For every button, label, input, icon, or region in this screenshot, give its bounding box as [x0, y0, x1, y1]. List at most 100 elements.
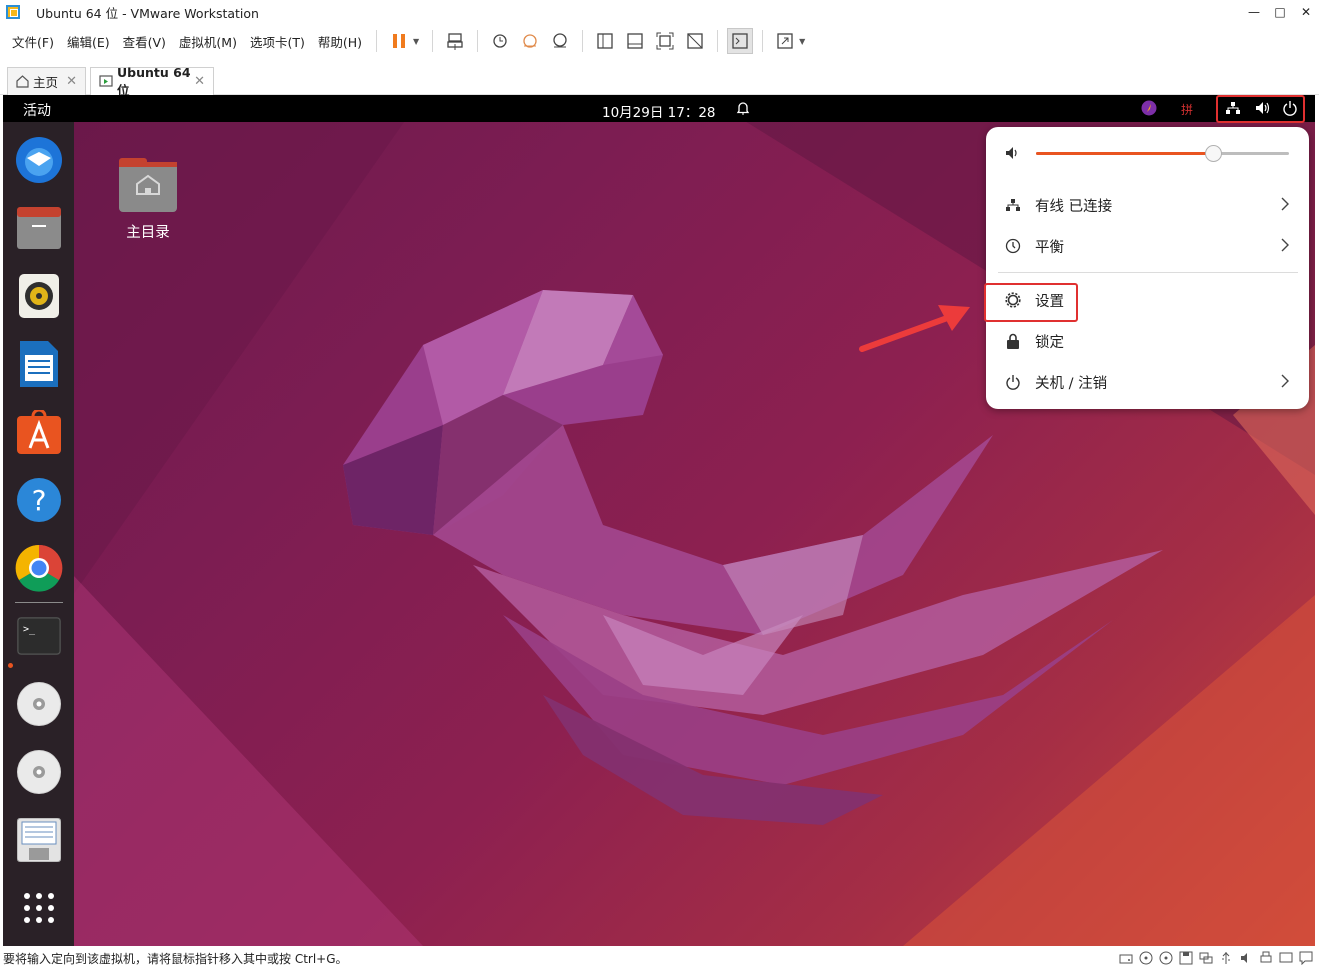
pause-button[interactable]	[386, 28, 412, 54]
home-icon	[16, 75, 29, 88]
stretch-dropdown-icon[interactable]: ▼	[799, 37, 805, 46]
tab-home-label: 主页	[33, 75, 59, 90]
console-icon	[732, 33, 748, 49]
toolbar-separator	[376, 30, 378, 52]
network-wired-icon	[1004, 197, 1022, 213]
revert-snapshot-button[interactable]	[517, 28, 543, 54]
display-icon[interactable]	[1279, 951, 1293, 965]
unity-icon	[687, 33, 703, 49]
menu-file[interactable]: 文件(F)	[12, 32, 54, 51]
lock-icon	[1004, 333, 1022, 349]
floppy-icon[interactable]	[1179, 951, 1193, 965]
vm-display[interactable]: 活动 10月29日 17：28 拼 ? >_ 主目录 有线 已连接 平衡 设置 …	[3, 95, 1315, 946]
send-ctrl-alt-del-button[interactable]	[442, 28, 468, 54]
annotation-arrow	[859, 305, 970, 352]
menu-vm[interactable]: 虚拟机(M)	[179, 32, 237, 51]
hard-disk-icon[interactable]	[1119, 951, 1133, 965]
ime-pinyin-indicator[interactable]: 拼	[1181, 101, 1193, 118]
running-indicator	[8, 663, 13, 668]
volume-icon	[1006, 147, 1017, 159]
svg-text:?: ?	[32, 484, 47, 517]
window-title: Ubuntu 64 位 - VMware Workstation	[36, 5, 259, 21]
minimize-button[interactable]: —	[1241, 0, 1267, 24]
fullscreen-icon	[656, 32, 674, 50]
printer-icon[interactable]	[1259, 951, 1273, 965]
tab-home[interactable]: 主页 ✕	[7, 67, 86, 95]
pause-dropdown-icon[interactable]: ▼	[413, 37, 419, 46]
gnome-top-bar: 活动 10月29日 17：28 拼	[3, 95, 1315, 122]
snapshot-manager-icon	[553, 33, 567, 48]
menu-view[interactable]: 查看(V)	[123, 32, 166, 51]
tab-ubuntu[interactable]: Ubuntu 64 位 ✕	[90, 65, 214, 98]
dvd-drive-2-icon[interactable]	[15, 748, 63, 796]
unity-mode-button[interactable]	[682, 28, 708, 54]
thunderbird-icon[interactable]	[15, 136, 63, 184]
power-off-row[interactable]: 关机 / 注销	[986, 364, 1309, 400]
volume-slider-row	[1004, 145, 1294, 162]
app-center-icon[interactable]	[15, 408, 63, 456]
network-wired-row[interactable]: 有线 已连接	[986, 187, 1309, 223]
tab-ubuntu-close-button[interactable]: ✕	[194, 74, 205, 89]
toolbar-separator	[762, 30, 764, 52]
help-icon[interactable]: ?	[15, 476, 63, 524]
menubar: 文件(F) 编辑(E) 查看(V) 虚拟机(M) 选项卡(T) 帮助(H) ▼ …	[0, 24, 1319, 58]
cd-dvd-icon[interactable]	[1139, 951, 1153, 965]
lock-label: 锁定	[1035, 334, 1064, 351]
volume-slider[interactable]	[1036, 145, 1289, 162]
files-icon[interactable]	[15, 204, 63, 252]
usb-icon[interactable]	[1219, 951, 1233, 965]
message-log-icon[interactable]	[1299, 951, 1313, 965]
show-apps-grid-icon[interactable]	[15, 884, 63, 932]
ime-app-icon[interactable]	[1141, 100, 1157, 116]
menu-tabs[interactable]: 选项卡(T)	[250, 32, 305, 51]
tray-highlight-box	[1216, 95, 1305, 123]
dock-separator	[15, 602, 63, 603]
chevron-right-icon	[1281, 374, 1289, 391]
pause-icon	[393, 34, 406, 48]
tab-bar: 主页 ✕ Ubuntu 64 位 ✕	[0, 58, 1319, 98]
terminal-icon[interactable]: >_	[15, 612, 63, 660]
power-profile-row[interactable]: 平衡	[986, 228, 1309, 264]
snapshot-icon	[493, 34, 507, 48]
fullscreen-button[interactable]	[652, 28, 678, 54]
chrome-icon[interactable]	[15, 544, 63, 592]
sidebar-icon	[597, 33, 613, 49]
thumbnail-bar-icon	[627, 33, 643, 49]
quick-settings-panel: 有线 已连接 平衡 设置 锁定 关机 / 注销	[986, 127, 1309, 409]
cd-dvd-2-icon[interactable]	[1159, 951, 1173, 965]
libreoffice-writer-icon[interactable]	[15, 340, 63, 388]
revert-snapshot-icon	[523, 34, 537, 48]
show-library-button[interactable]	[592, 28, 618, 54]
snapshot-manager-button[interactable]	[547, 28, 573, 54]
keyboard-send-icon	[447, 33, 463, 50]
ubuntu-dock: ? >_	[3, 122, 74, 946]
network-adapter-icon[interactable]	[1199, 951, 1213, 965]
maximize-button[interactable]: □	[1267, 0, 1293, 24]
console-view-button[interactable]	[727, 28, 754, 54]
power-off-label: 关机 / 注销	[1035, 375, 1108, 392]
tab-ubuntu-label: Ubuntu 64 位	[117, 64, 191, 98]
power-icon	[1004, 374, 1022, 390]
dvd-drive-icon[interactable]	[15, 680, 63, 728]
volume-slider-handle[interactable]	[1205, 145, 1223, 162]
vmware-app-icon	[6, 5, 20, 19]
volume-slider-fill	[1036, 152, 1214, 155]
lock-row[interactable]: 锁定	[986, 323, 1309, 359]
menu-edit[interactable]: 编辑(E)	[67, 32, 110, 51]
snapshot-button[interactable]	[487, 28, 513, 54]
stretch-view-button[interactable]	[772, 28, 798, 54]
power-profile-icon	[1004, 238, 1022, 254]
clock[interactable]: 10月29日 17：28	[602, 101, 716, 121]
close-button[interactable]: ✕	[1293, 0, 1319, 24]
home-folder-icon	[119, 158, 177, 212]
floppy-drive-icon[interactable]	[15, 816, 63, 864]
menu-help[interactable]: 帮助(H)	[318, 32, 362, 51]
activities-button[interactable]: 活动	[23, 100, 51, 120]
toolbar-separator	[477, 30, 479, 52]
tab-home-close-button[interactable]: ✕	[66, 74, 77, 89]
thumbnail-bar-button[interactable]	[622, 28, 648, 54]
sound-card-icon[interactable]	[1239, 951, 1253, 965]
rhythmbox-icon[interactable]	[15, 272, 63, 320]
desktop-home-folder[interactable]: 主目录	[109, 158, 187, 242]
chevron-right-icon	[1281, 197, 1289, 214]
